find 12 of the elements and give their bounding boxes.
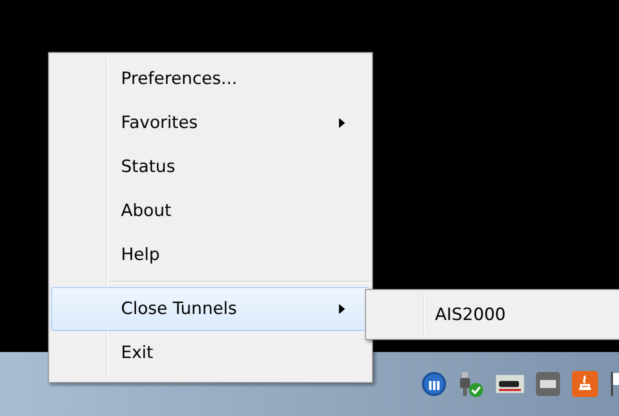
drive-icon[interactable] <box>495 372 525 396</box>
menu-item[interactable]: AIS2000 <box>368 292 619 337</box>
menu-item[interactable]: Preferences... <box>51 57 370 101</box>
menu-item[interactable]: Close Tunnels <box>51 287 370 331</box>
menu-item[interactable]: About <box>51 189 370 233</box>
steam-cup-icon[interactable] <box>571 370 599 398</box>
vm-app-icon[interactable] <box>535 371 561 397</box>
menu-item[interactable]: Status <box>51 145 370 189</box>
menu-item[interactable]: Exit <box>51 331 370 375</box>
menu-item[interactable]: Help <box>51 233 370 277</box>
usb-plug-icon[interactable] <box>457 370 485 398</box>
menu-item[interactable]: Favorites <box>51 101 370 145</box>
